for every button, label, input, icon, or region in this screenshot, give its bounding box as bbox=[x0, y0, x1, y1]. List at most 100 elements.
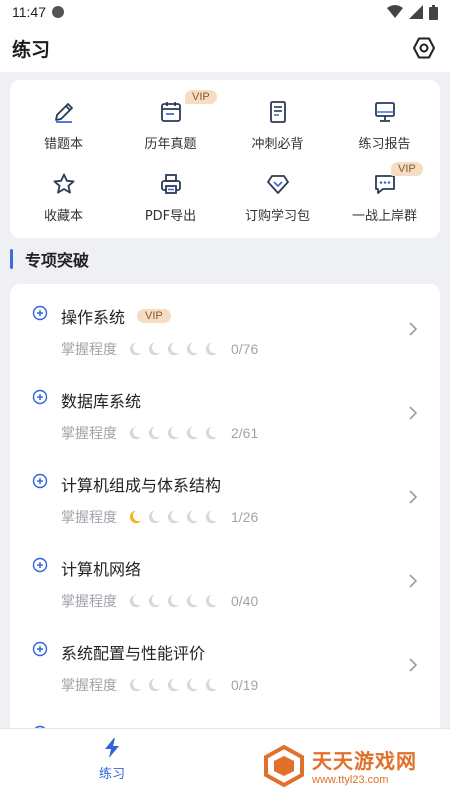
status-bar: 11:47 bbox=[0, 0, 450, 24]
vip-badge: VIP bbox=[185, 90, 217, 104]
moon-icon bbox=[167, 342, 180, 356]
tool-order-package[interactable]: 订购学习包 bbox=[224, 164, 331, 224]
topic-title: 计算机组成与体系结构 bbox=[61, 472, 221, 496]
mastery-label: 掌握程度 bbox=[61, 342, 117, 358]
tool-label: 一战上岸群 bbox=[351, 209, 417, 224]
moon-icon bbox=[186, 594, 199, 608]
moon-icon bbox=[148, 342, 161, 356]
tool-label: 订购学习包 bbox=[244, 209, 310, 224]
topic-row[interactable]: 操作系统 VIP 掌握程度 0/76 bbox=[10, 284, 440, 368]
chevron-right-icon[interactable] bbox=[408, 406, 418, 420]
mastery-moons bbox=[127, 425, 219, 441]
mastery-row: 掌握程度 0/40 bbox=[61, 591, 258, 611]
moon-icon bbox=[167, 510, 180, 524]
tool-wrong-questions[interactable]: 错题本 bbox=[10, 92, 117, 152]
tool-pdf-export[interactable]: PDF导出 bbox=[117, 164, 224, 224]
moon-icon bbox=[129, 510, 142, 524]
moon-icon bbox=[186, 678, 199, 692]
moon-icon bbox=[148, 426, 161, 440]
topic-name: 系统配置与性能评价 bbox=[61, 644, 206, 663]
section-accent-bar bbox=[10, 249, 13, 269]
mastery-row: 掌握程度 0/76 bbox=[61, 339, 258, 359]
mastery-row: 掌握程度 2/61 bbox=[61, 423, 258, 443]
progress-count: 0/76 bbox=[231, 341, 259, 357]
lightning-icon bbox=[105, 738, 119, 758]
moon-icon bbox=[148, 594, 161, 608]
topic-row[interactable]: 计算机网络掌握程度 0/40 bbox=[10, 536, 440, 620]
vip-badge: VIP bbox=[137, 309, 171, 323]
app-bar: 练习 bbox=[0, 24, 450, 72]
expand-plus-icon[interactable] bbox=[32, 557, 48, 573]
moon-icon bbox=[167, 594, 180, 608]
watermark-title: 天天游戏网 bbox=[312, 748, 417, 773]
wifi-icon bbox=[387, 5, 403, 18]
chevron-right-icon[interactable] bbox=[408, 322, 418, 336]
tool-favorites[interactable]: 收藏本 bbox=[10, 164, 117, 224]
moon-icon bbox=[129, 678, 142, 692]
chevron-right-icon[interactable] bbox=[408, 658, 418, 672]
star-icon bbox=[50, 170, 78, 197]
settings-button[interactable] bbox=[410, 34, 438, 62]
moon-icon bbox=[129, 426, 142, 440]
topic-name: 数据库系统 bbox=[61, 392, 142, 411]
watermark-logo-icon bbox=[264, 744, 304, 787]
topic-list: 操作系统 VIP 掌握程度 0/76 数据库系统 掌握程度 2/61 计算机组成与体系结构 掌握… bbox=[10, 284, 440, 744]
mastery-row: 掌握程度 1/26 bbox=[61, 507, 258, 527]
monitor-icon bbox=[371, 98, 399, 125]
topic-title: 系统配置与性能评价 bbox=[61, 640, 205, 664]
progress-count: 0/40 bbox=[231, 593, 259, 609]
tool-label: 历年真题 bbox=[144, 137, 197, 152]
expand-plus-icon[interactable] bbox=[32, 389, 48, 405]
expand-plus-icon[interactable] bbox=[32, 305, 48, 321]
tool-label: 收藏本 bbox=[43, 209, 83, 224]
vip-badge: VIP bbox=[391, 162, 423, 176]
topic-title: 操作系统 VIP bbox=[61, 304, 171, 328]
progress-count: 1/26 bbox=[231, 509, 259, 525]
tool-past-exams[interactable]: 历年真题 VIP bbox=[117, 90, 224, 152]
progress-count: 0/19 bbox=[231, 677, 259, 693]
moon-icon bbox=[167, 426, 180, 440]
status-icons bbox=[387, 4, 438, 20]
tool-practice-report[interactable]: 练习报告 bbox=[331, 92, 438, 152]
watermark: 天天游戏网 www.ttyl23.com bbox=[248, 729, 450, 800]
topic-title: 数据库系统 bbox=[61, 388, 141, 412]
tool-sprint-memorize[interactable]: 冲刺必背 bbox=[224, 92, 331, 152]
mastery-moons bbox=[127, 677, 219, 693]
settings-hexagon-icon bbox=[413, 37, 435, 59]
tab-practice[interactable]: 练习 bbox=[60, 737, 164, 793]
mastery-moons bbox=[127, 341, 219, 357]
moon-icon bbox=[186, 426, 199, 440]
topic-row[interactable]: 系统配置与性能评价 掌握程度 0/19 bbox=[10, 620, 440, 704]
moon-icon bbox=[186, 510, 199, 524]
section-title: 专项突破 bbox=[25, 251, 90, 270]
topic-name: 计算机网络 bbox=[61, 560, 142, 579]
topic-name: 计算机组成与体系结构 bbox=[61, 476, 222, 495]
moon-icon bbox=[148, 510, 161, 524]
tool-study-group[interactable]: 一战上岸群 VIP bbox=[331, 162, 438, 224]
mastery-label: 掌握程度 bbox=[61, 678, 117, 694]
calendar-icon bbox=[157, 98, 185, 125]
battery-icon bbox=[429, 4, 438, 20]
topic-row[interactable]: 数据库系统掌握程度 2/61 bbox=[10, 368, 440, 452]
tools-grid: 错题本 历年真题 VIP 冲刺必背 练习报告 收藏本 PDF导出 订购学习包 一… bbox=[10, 80, 440, 238]
progress-count: 2/61 bbox=[231, 425, 259, 441]
expand-plus-icon[interactable] bbox=[32, 473, 48, 489]
chevron-right-icon[interactable] bbox=[408, 574, 418, 588]
tool-label: 冲刺必背 bbox=[251, 137, 304, 152]
printer-icon bbox=[157, 170, 185, 197]
signal-icon bbox=[409, 5, 423, 19]
tool-label: 练习报告 bbox=[358, 137, 411, 152]
pencil-icon bbox=[50, 98, 78, 125]
chevron-right-icon[interactable] bbox=[408, 490, 418, 504]
topic-row[interactable]: 计算机组成与体系结构掌握程度 1/26 bbox=[10, 452, 440, 536]
notification-icon bbox=[52, 6, 64, 18]
mastery-row: 掌握程度 0/19 bbox=[61, 675, 258, 695]
tab-practice-label: 练习 bbox=[98, 767, 125, 782]
moon-icon bbox=[129, 594, 142, 608]
expand-plus-icon[interactable] bbox=[32, 641, 48, 657]
moon-icon bbox=[205, 342, 218, 356]
mastery-label: 掌握程度 bbox=[61, 426, 117, 442]
diamond-icon bbox=[264, 170, 292, 197]
tool-label: 错题本 bbox=[43, 137, 83, 152]
document-icon bbox=[264, 98, 292, 125]
